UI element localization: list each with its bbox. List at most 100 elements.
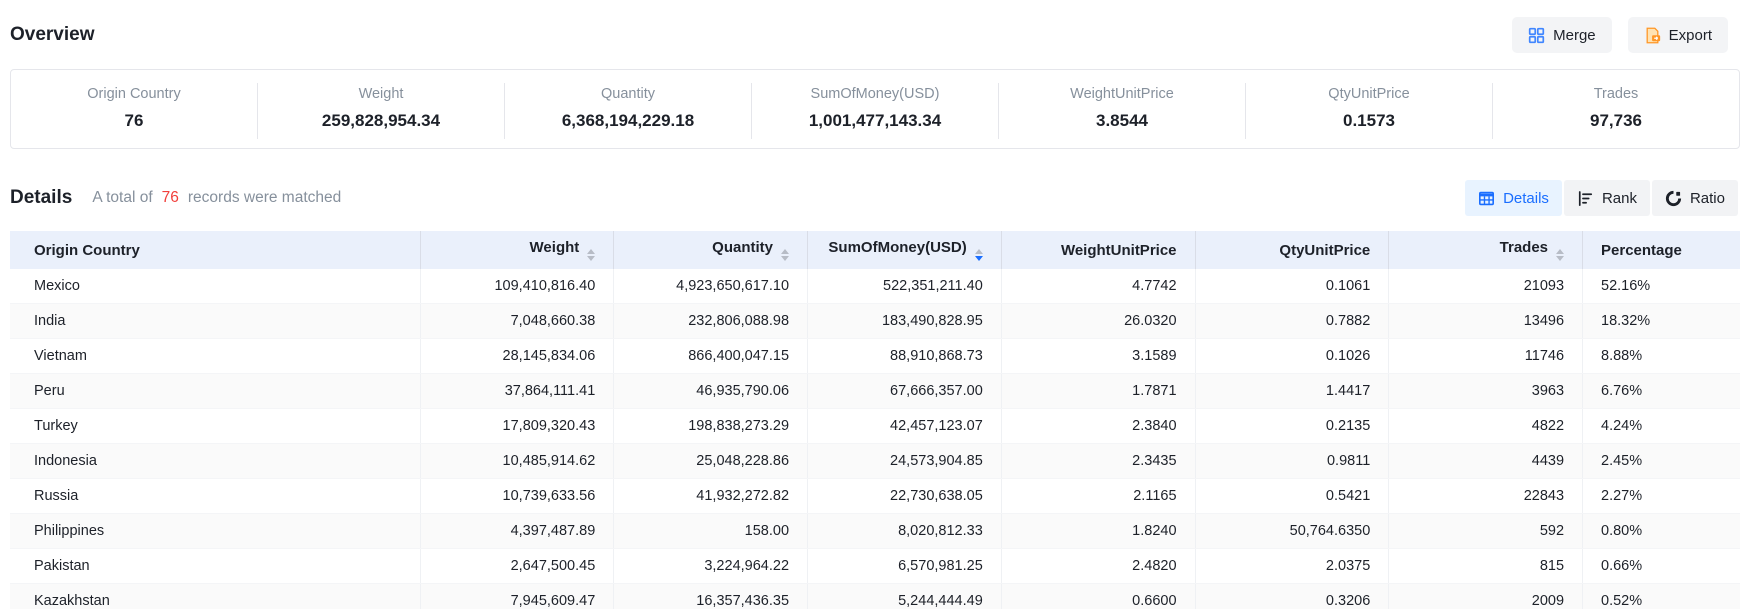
cell-trades: 22843 [1389, 479, 1583, 514]
cell-trades: 2009 [1389, 584, 1583, 609]
column-header-sumofmoney-usd[interactable]: SumOfMoney(USD) [808, 231, 1002, 269]
summary-prefix: A total of [92, 189, 152, 206]
cell-sumofmoney-usd: 183,490,828.95 [808, 304, 1002, 339]
cell-weightunitprice: 2.3435 [1001, 444, 1195, 479]
cell-weight: 7,945,609.47 [420, 584, 614, 609]
cell-percentage: 0.52% [1583, 584, 1740, 609]
cell-weight: 17,809,320.43 [420, 409, 614, 444]
cell-percentage: 4.24% [1583, 409, 1740, 444]
stat-value: 76 [11, 111, 257, 131]
cell-trades: 11746 [1389, 339, 1583, 374]
cell-origin-country: Kazakhstan [10, 584, 420, 609]
cell-percentage: 0.66% [1583, 549, 1740, 584]
cell-origin-country: India [10, 304, 420, 339]
stat-label: Quantity [505, 85, 751, 103]
cell-percentage: 6.76% [1583, 374, 1740, 409]
cell-weightunitprice: 1.8240 [1001, 514, 1195, 549]
rank-bars-icon [1577, 190, 1594, 207]
overview-stat-sumofmoney-usd: SumOfMoney(USD)1,001,477,143.34 [752, 83, 999, 139]
cell-sumofmoney-usd: 67,666,357.00 [808, 374, 1002, 409]
tab-rank[interactable]: Rank [1564, 180, 1650, 216]
cell-percentage: 2.45% [1583, 444, 1740, 479]
cell-qtyunitprice: 0.5421 [1195, 479, 1389, 514]
cell-origin-country: Vietnam [10, 339, 420, 374]
column-header-weightunitprice: WeightUnitPrice [1001, 231, 1195, 269]
cell-sumofmoney-usd: 522,351,211.40 [808, 269, 1002, 304]
details-title: Details [10, 187, 72, 209]
cell-weight: 10,739,633.56 [420, 479, 614, 514]
overview-stat-origin-country: Origin Country 76 [11, 83, 258, 139]
record-count: 76 [162, 189, 179, 206]
cell-weightunitprice: 26.0320 [1001, 304, 1195, 339]
overview-stat-quantity: Quantity6,368,194,229.18 [505, 83, 752, 139]
export-icon [1644, 27, 1661, 44]
sort-icon[interactable] [975, 249, 983, 261]
overview-stat-weight: Weight259,828,954.34 [258, 83, 505, 139]
cell-weightunitprice: 1.7871 [1001, 374, 1195, 409]
column-header-trades[interactable]: Trades [1389, 231, 1583, 269]
cell-origin-country: Mexico [10, 269, 420, 304]
cell-origin-country: Philippines [10, 514, 420, 549]
tab-details[interactable]: Details [1465, 180, 1562, 216]
column-label: WeightUnitPrice [1061, 242, 1177, 259]
sort-icon[interactable] [1556, 249, 1564, 261]
cell-sumofmoney-usd: 22,730,638.05 [808, 479, 1002, 514]
cell-weightunitprice: 2.4820 [1001, 549, 1195, 584]
cell-percentage: 18.32% [1583, 304, 1740, 339]
summary-suffix: records were matched [188, 189, 341, 206]
cell-qtyunitprice: 0.1026 [1195, 339, 1389, 374]
column-label: Origin Country [34, 242, 140, 259]
column-header-percentage: Percentage [1583, 231, 1740, 269]
cell-quantity: 41,932,272.82 [614, 479, 808, 514]
stat-label: Origin Country [11, 85, 257, 103]
table-row: Peru37,864,111.4146,935,790.0667,666,357… [10, 374, 1740, 409]
cell-trades: 21093 [1389, 269, 1583, 304]
table-row: Kazakhstan7,945,609.4716,357,436.355,244… [10, 584, 1740, 609]
cell-weight: 4,397,487.89 [420, 514, 614, 549]
table-header-row: Origin Country Weight Quantity SumOfMoney(U… [10, 231, 1740, 269]
export-button[interactable]: Export [1628, 17, 1728, 53]
stat-label: Trades [1493, 85, 1739, 103]
cell-weight: 10,485,914.62 [420, 444, 614, 479]
table-row: Turkey17,809,320.43198,838,273.2942,457,… [10, 409, 1740, 444]
column-header-quantity[interactable]: Quantity [614, 231, 808, 269]
tab-ratio[interactable]: Ratio [1652, 180, 1738, 216]
cell-origin-country: Indonesia [10, 444, 420, 479]
cell-weight: 37,864,111.41 [420, 374, 614, 409]
sort-icon[interactable] [587, 249, 595, 261]
tab-details-label: Details [1503, 190, 1549, 207]
cell-sumofmoney-usd: 88,910,868.73 [808, 339, 1002, 374]
cell-weightunitprice: 3.1589 [1001, 339, 1195, 374]
topbar: Overview Merge [10, 0, 1740, 57]
cell-quantity: 46,935,790.06 [614, 374, 808, 409]
cell-qtyunitprice: 0.3206 [1195, 584, 1389, 609]
cell-trades: 815 [1389, 549, 1583, 584]
export-button-label: Export [1669, 27, 1712, 44]
column-header-weight[interactable]: Weight [420, 231, 614, 269]
cell-qtyunitprice: 0.9811 [1195, 444, 1389, 479]
cell-trades: 4439 [1389, 444, 1583, 479]
cell-quantity: 4,923,650,617.10 [614, 269, 808, 304]
table-icon [1478, 190, 1495, 207]
column-label: QtyUnitPrice [1279, 242, 1370, 259]
stat-label: SumOfMoney(USD) [752, 85, 998, 103]
sort-icon[interactable] [781, 249, 789, 261]
cell-percentage: 0.80% [1583, 514, 1740, 549]
overview-stat-qtyunitprice: QtyUnitPrice0.1573 [1246, 83, 1493, 139]
stat-label: WeightUnitPrice [999, 85, 1245, 103]
stat-value: 97,736 [1493, 111, 1739, 131]
column-label: Trades [1500, 239, 1548, 256]
table-header: Origin Country Weight Quantity SumOfMoney(U… [10, 231, 1740, 269]
cell-quantity: 198,838,273.29 [614, 409, 808, 444]
cell-quantity: 16,357,436.35 [614, 584, 808, 609]
table-row: Russia10,739,633.5641,932,272.8222,730,6… [10, 479, 1740, 514]
merge-button[interactable]: Merge [1512, 17, 1612, 53]
table-row: Indonesia10,485,914.6225,048,228.8624,57… [10, 444, 1740, 479]
cell-weightunitprice: 4.7742 [1001, 269, 1195, 304]
cell-sumofmoney-usd: 5,244,444.49 [808, 584, 1002, 609]
cell-weight: 2,647,500.45 [420, 549, 614, 584]
cell-quantity: 232,806,088.98 [614, 304, 808, 339]
cell-trades: 592 [1389, 514, 1583, 549]
table-row: Pakistan2,647,500.453,224,964.226,570,98… [10, 549, 1740, 584]
column-label: Quantity [712, 239, 773, 256]
